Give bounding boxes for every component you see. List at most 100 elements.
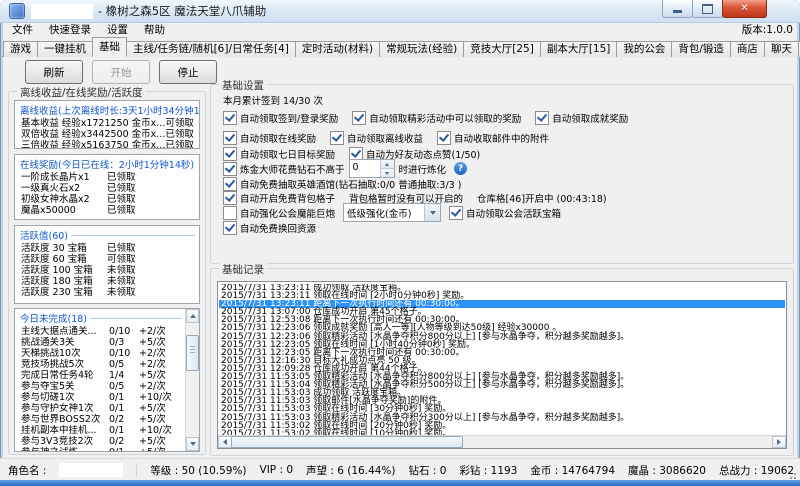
spinner-arrows <box>380 160 394 177</box>
menu-file[interactable]: 文件 <box>4 21 41 38</box>
help-icon[interactable] <box>454 162 467 175</box>
task-row: 参与切磋1次0/1+10/次 <box>15 392 186 403</box>
scroll-up-icon[interactable] <box>186 309 199 323</box>
tab-shop[interactable]: 商店 <box>730 41 765 57</box>
task-row: 挑战通关3关0/3+5/次 <box>15 337 186 348</box>
checkbox-icon <box>330 131 344 145</box>
basic-log-title: 基础记录 <box>219 262 267 277</box>
tab-chat[interactable]: 聊天 <box>764 41 799 57</box>
menu-quick-login[interactable]: 快速登录 <box>41 21 99 38</box>
tab-dungeon-hall[interactable]: 副本大厅[15] <box>540 41 618 57</box>
scroll-down-icon[interactable] <box>186 437 199 451</box>
offline-income-panel: 离线收益(上次离线时长:3天1小时34分钟18秒) 基本收益经验x1721250… <box>14 100 200 149</box>
online-reward-title: 在线奖励(今日已在线：2小时1分钟14秒) <box>20 157 194 171</box>
strengthen-type-select[interactable]: 低级强化(金币) <box>343 203 441 222</box>
divider <box>71 235 195 236</box>
status-text: 未领取 <box>107 265 136 276</box>
task-row: 参与世界BOSS2次0/2+5/次 <box>15 414 186 425</box>
status-text: 已领取 <box>107 183 136 194</box>
divider <box>136 463 137 477</box>
maximize-icon <box>702 4 713 14</box>
menu-help[interactable]: 帮助 <box>136 21 173 38</box>
online-reward-row: 魔晶x50000已领取 <box>15 205 199 216</box>
status-text: 可领取 <box>165 118 199 129</box>
auto-free-redeem-checkbox[interactable]: 自动免费换回资源 <box>223 221 316 235</box>
basic-settings-panel: 基础设置 本月累计签到 14/30 次 自动领取签到/登录奖励 自动领取精彩活动… <box>210 84 794 264</box>
minimize-icon <box>673 10 682 13</box>
offline-income-row: 双倍收益经验x3442500 金币x...已领取 <box>15 129 199 140</box>
task-row: 挂机副本中挂机...0/1+10/次 <box>15 425 186 436</box>
tab-my-guild[interactable]: 我的公会 <box>616 41 672 57</box>
tab-arena-hall[interactable]: 竞技大厅[25] <box>463 41 541 57</box>
divider <box>90 318 182 319</box>
horizontal-scrollbar[interactable] <box>218 435 786 448</box>
checkbox-icon <box>223 221 237 235</box>
titlebar[interactable]: - 橡树之森5区 魔法天堂八爪辅助 ✕ <box>0 0 800 23</box>
alchemy-diamond-spinner[interactable]: 0 <box>349 159 395 178</box>
today-unfinished-panel: 今日未完成(18) 主线大据点通关...0/10+2/次 挑战通关3关0/3+5… <box>14 308 200 452</box>
activity-row: 活跃度 60 宝箱可领取 <box>15 254 199 265</box>
log-listbox[interactable]: 2015/7/31 13:23:11 成功领取 活跃度宝箱。 2015/7/31… <box>217 281 787 449</box>
vertical-scrollbar[interactable] <box>185 309 199 451</box>
window-controls: ✕ <box>663 0 767 18</box>
maximize-button[interactable] <box>692 0 723 18</box>
rewards-panel: 离线收益/在线奖励/活跃度 离线收益(上次离线时长:3天1小时34分钟18秒) … <box>8 91 206 455</box>
task-row: 竞技场挑战5次0/5+2/次 <box>15 359 186 370</box>
auto-strengthen-cannon-checkbox[interactable]: 自动强化公会魔能巨炮 <box>223 206 335 220</box>
auto-offline-income-checkbox[interactable]: 自动领取离线收益 <box>330 131 423 145</box>
status-text: 已领取 <box>107 243 136 254</box>
status-text: 已领取 <box>107 172 136 183</box>
statusbar: 角色名 : 等级 : 50 (10.59%) VIP : 0 声望 : 6 (1… <box>0 458 800 481</box>
offline-income-title: 离线收益(上次离线时长:3天1小时34分钟18秒) <box>20 103 200 117</box>
window-frame-bottom <box>0 480 800 486</box>
task-row: 主线大据点通关...0/10+2/次 <box>15 326 186 337</box>
tab-timed-activity[interactable]: 定时活动(材料) <box>295 41 380 57</box>
tabbar: 游戏 一键挂机 基础 主线/任务链/随机[6]/日常任务[4] 定时活动(材料)… <box>0 37 800 57</box>
auto-mail-attachment-checkbox[interactable]: 自动收取邮件中的附件 <box>437 131 549 145</box>
start-button[interactable]: 开始 <box>92 60 150 84</box>
checkbox-icon <box>352 111 366 125</box>
activity-title: 活跃值(60) <box>20 228 68 242</box>
tab-regular-play[interactable]: 常规玩法(经验) <box>379 41 464 57</box>
tab-one-key-afk[interactable]: 一键挂机 <box>37 41 93 57</box>
scrollbar-thumb[interactable] <box>231 436 463 448</box>
minimize-button[interactable] <box>662 0 693 18</box>
auto-online-reward-checkbox[interactable]: 自动领取在线奖励 <box>223 131 316 145</box>
task-row: 参与夺宝5关0/5+2/次 <box>15 381 186 392</box>
gold-text: 金币 : 14764794 <box>530 463 615 478</box>
tab-bag-forge[interactable]: 背包/锻造 <box>671 41 731 57</box>
stop-button[interactable]: 停止 <box>159 60 217 84</box>
close-button[interactable]: ✕ <box>722 0 767 18</box>
auto-activity-reward-checkbox[interactable]: 自动领取精彩活动中可以领取的奖励 <box>352 111 521 125</box>
auto-tavern-draw-checkbox[interactable]: 自动免费抽取英雄酒馆(钻石抽取:0/0 普通抽取:3/3 ) <box>223 177 461 191</box>
status-text: 已领取 <box>165 129 199 140</box>
total-power-text: 总战力 : 19062 <box>719 463 794 478</box>
spinner-up-icon[interactable] <box>381 160 394 169</box>
close-icon: ✕ <box>740 4 748 14</box>
refresh-button[interactable]: 刷新 <box>25 60 83 84</box>
tab-basic[interactable]: 基础 <box>92 37 127 57</box>
status-text: 已领取 <box>107 205 136 216</box>
status-text: 未领取 <box>107 276 136 287</box>
alchemy-master-checkbox[interactable]: 炼金大师花费钻石不高于 <box>223 162 345 176</box>
auto-guild-activity-box-checkbox[interactable]: 自动领取公会活跃宝箱 <box>449 206 561 220</box>
task-row: 参与3V3竞技2次0/2+5/次 <box>15 436 186 447</box>
tab-main-tasks[interactable]: 主线/任务链/随机[6]/日常任务[4] <box>126 41 296 57</box>
diamond-text: 钻石 : 0 <box>409 463 447 478</box>
magic-crystal-text: 魔晶 : 3086620 <box>628 463 706 478</box>
tab-game[interactable]: 游戏 <box>3 41 38 57</box>
auto-signin-reward-checkbox[interactable]: 自动领取签到/登录奖励 <box>223 111 338 125</box>
auto-achievement-reward-checkbox[interactable]: 自动领取成就奖励 <box>535 111 628 125</box>
online-reward-panel: 在线奖励(今日已在线：2小时1分钟14秒) 一阶成长晶片x1已领取 一级真火石x… <box>14 154 200 220</box>
spinner-value: 0 <box>350 160 380 177</box>
color-diamond-text: 彩钻 : 1193 <box>459 463 517 478</box>
menu-settings[interactable]: 设置 <box>99 21 136 38</box>
spinner-down-icon[interactable] <box>381 169 394 177</box>
scroll-right-icon[interactable] <box>772 436 786 448</box>
scroll-left-icon[interactable] <box>218 436 232 448</box>
activity-row: 活跃度 230 宝箱未领取 <box>15 287 199 298</box>
task-row: 参与守护女神1次0/1+5/次 <box>15 403 186 414</box>
activity-panel: 活跃值(60) 活跃度 30 宝箱已领取 活跃度 60 宝箱可领取 活跃度 10… <box>14 225 200 304</box>
scrollbar-thumb[interactable] <box>186 335 199 371</box>
chevron-down-icon[interactable] <box>424 204 440 221</box>
